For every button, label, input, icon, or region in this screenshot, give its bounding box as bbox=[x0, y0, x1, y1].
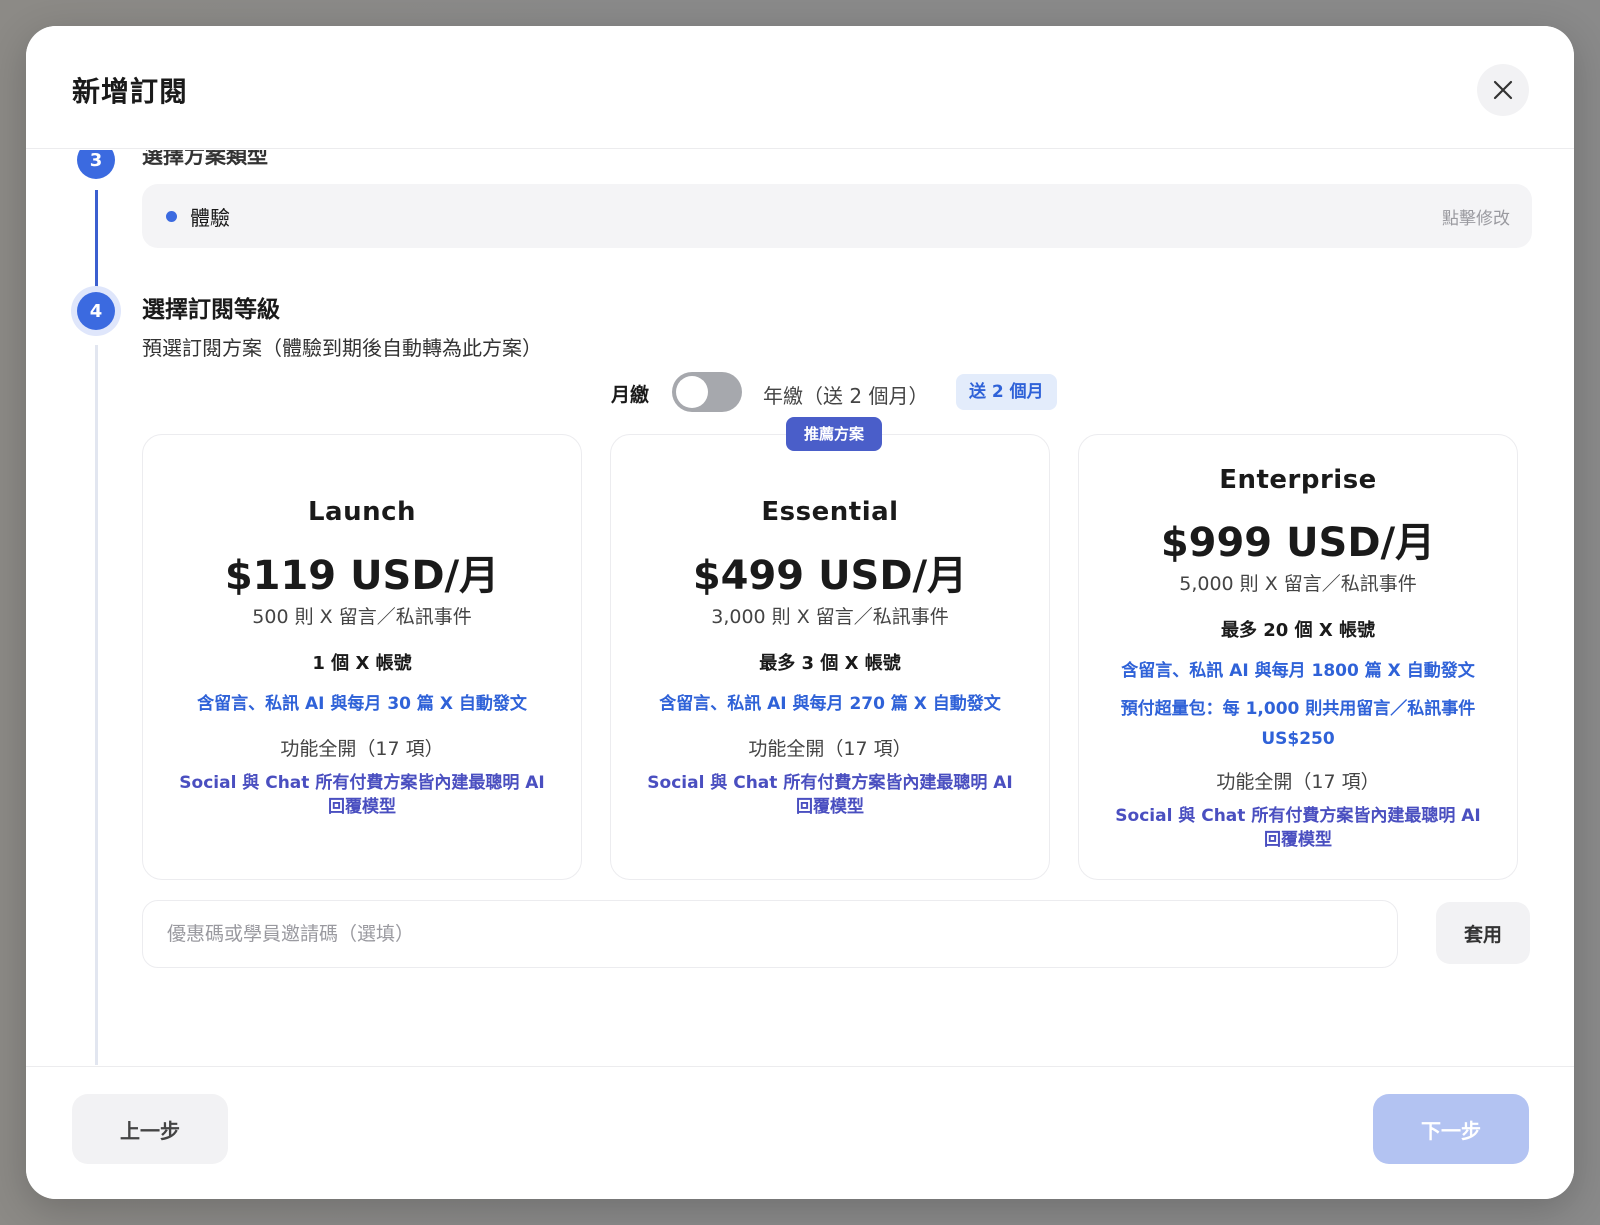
plan-accounts: 最多 20 個 X 帳號 bbox=[1221, 620, 1375, 641]
modal-title: 新增訂閱 bbox=[72, 75, 189, 108]
plan-model-line2: 回覆模型 bbox=[1264, 830, 1332, 850]
modal-body[interactable]: 3 選擇方案類型 體驗 點擊修改 4 選擇訂閱等級 預選訂閱方案（體驗到期後自動… bbox=[26, 150, 1574, 1066]
bonus-badge: 送 2 個月 bbox=[956, 374, 1057, 410]
plan-name: Essential bbox=[761, 497, 899, 527]
billing-cycle-toggle[interactable] bbox=[672, 372, 742, 412]
step-4-subtitle: 預選訂閱方案（體驗到期後自動轉為此方案） bbox=[142, 336, 542, 360]
plan-card-launch[interactable]: Launch $119 USD/月 500 則 X 留言／私訊事件 1 個 X … bbox=[142, 434, 582, 880]
step-3-indicator: 3 bbox=[77, 150, 115, 179]
step-4-title: 選擇訂閱等級 bbox=[142, 297, 280, 323]
plan-model-line2: 回覆模型 bbox=[796, 797, 864, 817]
plan-quota: 3,000 則 X 留言／私訊事件 bbox=[711, 606, 949, 628]
recommended-badge: 推薦方案 bbox=[786, 417, 882, 451]
plan-feature-count: 功能全開（17 項） bbox=[748, 738, 912, 760]
plan-model-line1: Social 與 Chat 所有付費方案皆內建最聰明 AI bbox=[1115, 806, 1481, 826]
billing-cycle-row: 月繳 年繳（送 2 個月） 送 2 個月 bbox=[26, 372, 1574, 416]
plan-accounts: 最多 3 個 X 帳號 bbox=[759, 653, 901, 674]
plan-feature-count: 功能全開（17 項） bbox=[1216, 771, 1380, 793]
step-3-title: 選擇方案類型 bbox=[142, 150, 268, 168]
plan-model-line1: Social 與 Chat 所有付費方案皆內建最聰明 AI bbox=[179, 773, 545, 793]
plan-card-enterprise[interactable]: Enterprise $999 USD/月 5,000 則 X 留言／私訊事件 … bbox=[1078, 434, 1518, 880]
plan-model-line1: Social 與 Chat 所有付費方案皆內建最聰明 AI bbox=[647, 773, 1013, 793]
plan-overage-line1: 預付超量包：每 1,000 則共用留言／私訊事件 bbox=[1120, 699, 1476, 719]
apply-coupon-button[interactable]: 套用 bbox=[1436, 902, 1530, 964]
plan-type-value: 體驗 bbox=[190, 206, 230, 230]
plan-price: $499 USD/月 bbox=[692, 553, 968, 599]
plan-quota: 500 則 X 留言／私訊事件 bbox=[252, 606, 472, 628]
plan-name: Launch bbox=[307, 497, 417, 527]
plan-ai-feature: 含留言、私訊 AI 與每月 270 篇 X 自動發文 bbox=[659, 694, 1001, 714]
modal-header: 新增訂閱 bbox=[26, 26, 1574, 149]
next-step-button[interactable]: 下一步 bbox=[1373, 1094, 1529, 1164]
plan-model-line2: 回覆模型 bbox=[328, 797, 396, 817]
plan-accounts: 1 個 X 帳號 bbox=[312, 653, 412, 674]
plan-card-essential[interactable]: Essential $499 USD/月 3,000 則 X 留言／私訊事件 最… bbox=[610, 434, 1050, 880]
subscription-modal: 新增訂閱 3 選擇方案類型 體驗 點擊修改 4 選擇訂閱等級 預選訂閱方案（體驗… bbox=[26, 26, 1574, 1199]
step-connector-inactive bbox=[95, 345, 98, 1065]
plan-name: Enterprise bbox=[1219, 465, 1377, 495]
edit-link[interactable]: 點擊修改 bbox=[1442, 204, 1510, 229]
close-button[interactable] bbox=[1477, 64, 1529, 116]
plan-ai-feature: 含留言、私訊 AI 與每月 1800 篇 X 自動發文 bbox=[1121, 661, 1475, 681]
plan-price: $999 USD/月 bbox=[1160, 520, 1436, 566]
monthly-label: 月繳 bbox=[611, 384, 650, 406]
yearly-label: 年繳（送 2 個月） bbox=[763, 384, 929, 408]
plan-quota: 5,000 則 X 留言／私訊事件 bbox=[1179, 573, 1417, 595]
modal-footer: 上一步 下一步 bbox=[26, 1066, 1574, 1199]
plan-feature-count: 功能全開（17 項） bbox=[280, 738, 444, 760]
step-connector-active bbox=[95, 190, 98, 302]
toggle-knob bbox=[676, 376, 708, 408]
step-4-indicator: 4 bbox=[77, 292, 115, 330]
plan-overage-line2: US$250 bbox=[1261, 729, 1335, 749]
plan-type-summary[interactable]: 體驗 點擊修改 bbox=[142, 184, 1532, 248]
plan-price: $119 USD/月 bbox=[224, 553, 500, 599]
coupon-input[interactable] bbox=[142, 900, 1398, 968]
previous-step-button[interactable]: 上一步 bbox=[72, 1094, 228, 1164]
selected-dot-icon bbox=[166, 211, 177, 222]
close-icon bbox=[1493, 80, 1513, 100]
plan-ai-feature: 含留言、私訊 AI 與每月 30 篇 X 自動發文 bbox=[197, 694, 527, 714]
